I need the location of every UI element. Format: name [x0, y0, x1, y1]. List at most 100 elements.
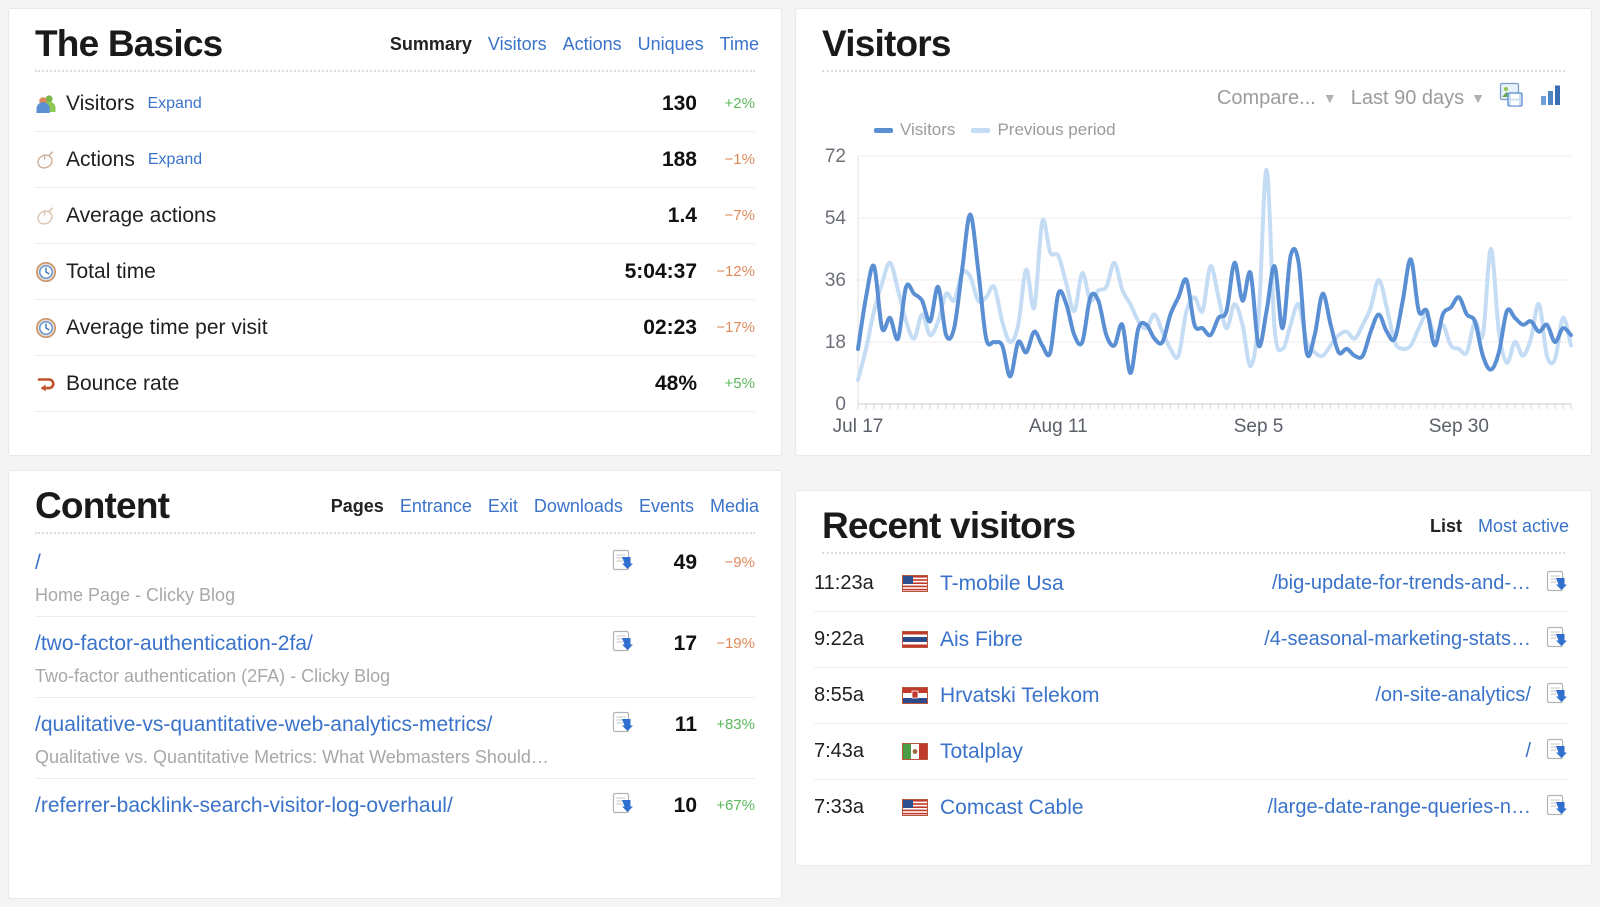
visitors-icon [35, 93, 57, 115]
basics-nav-time[interactable]: Time [720, 34, 759, 55]
clock-icon [35, 261, 57, 283]
x-axis-tick: Sep 5 [1234, 416, 1284, 437]
recent-visitor-org[interactable]: T-mobile Usa [940, 572, 1064, 596]
recent-visitor-path[interactable]: / [1525, 740, 1531, 763]
content-nav-events[interactable]: Events [639, 496, 694, 517]
y-axis-tick: 54 [825, 208, 847, 229]
content-nav: Pages Entrance Exit Downloads Events Med… [331, 496, 759, 524]
content-nav-downloads[interactable]: Downloads [534, 496, 623, 517]
basics-nav: Summary Visitors Actions Uniques Time [390, 34, 759, 62]
content-nav-media[interactable]: Media [710, 496, 759, 517]
recent-nav-list[interactable]: List [1430, 516, 1462, 537]
page-detail-icon[interactable] [611, 710, 639, 739]
recent-visitor-org[interactable]: Comcast Cable [940, 796, 1084, 820]
basics-value-total-time: 5:04:37 [624, 259, 697, 283]
content-page-delta: +67% [716, 797, 755, 814]
content-nav-pages[interactable]: Pages [331, 496, 384, 517]
flag-hr-icon [902, 687, 928, 704]
basics-metric-name: Total time [66, 259, 156, 283]
recent-visitor-time: 7:43a [814, 740, 865, 762]
compare-dropdown[interactable]: Compare... ▼ [1217, 87, 1337, 110]
date-range-label: Last 90 days [1350, 86, 1465, 109]
basics-label-average-time: Average time per visit [35, 316, 547, 340]
recent-visitor-row: 11:23a T-mobile Usa /big-update-for-tren… [814, 556, 1569, 612]
visitors-line-chart: 0 18 36 54 72 Jul 17 Aug 11 Sep 5 Sep 30 [825, 146, 1573, 437]
content-row: /two-factor-authentication-2fa/ 17 −19% … [35, 617, 755, 698]
basics-nav-actions[interactable]: Actions [563, 34, 622, 55]
content-panel: Content Pages Entrance Exit Downloads Ev… [8, 470, 782, 899]
basics-row-total-time: Total time 5:04:37 −12% [35, 244, 755, 300]
recent-visitor-org[interactable]: Totalplay [940, 740, 1023, 764]
visitors-header: Visitors [796, 9, 1591, 62]
page-detail-icon[interactable] [1543, 681, 1569, 710]
clock-icon [35, 317, 57, 339]
recent-visitor-path[interactable]: /on-site-analytics/ [1375, 684, 1531, 707]
content-page-list: / 49 −9% Home Page - Clicky Blog /two-fa… [9, 534, 781, 830]
basics-value-average-actions: 1.4 [667, 203, 697, 227]
recent-visitors-title: Recent visitors [822, 505, 1076, 546]
recent-visitor-row: 7:43a Totalplay / [814, 724, 1569, 780]
recent-visitor-org[interactable]: Ais Fibre [940, 628, 1023, 652]
content-page-title: Home Page - Clicky Blog [35, 585, 236, 605]
content-page-url[interactable]: /referrer-backlink-search-visitor-log-ov… [35, 794, 611, 818]
basics-label-visitors: Visitors Expand [35, 92, 547, 116]
legend-entry-previous: Previous period [971, 120, 1116, 140]
basics-metric-list: Visitors Expand 130 +2% Actions Expand 1… [9, 72, 781, 412]
basics-value-visitors: 130 [661, 91, 697, 115]
content-nav-entrance[interactable]: Entrance [400, 496, 472, 517]
chevron-down-icon: ▼ [1471, 90, 1485, 106]
y-axis-tick: 0 [835, 394, 846, 415]
content-nav-exit[interactable]: Exit [488, 496, 518, 517]
page-detail-icon[interactable] [1543, 793, 1569, 822]
basics-row-actions: Actions Expand 188 −1% [35, 132, 755, 188]
page-detail-icon[interactable] [1543, 569, 1569, 598]
basics-nav-summary[interactable]: Summary [390, 34, 472, 55]
content-row-main: / 49 −9% [35, 548, 755, 577]
content-page-title: Two-factor authentication (2FA) - Clicky… [35, 666, 391, 686]
page-detail-icon[interactable] [611, 791, 639, 820]
basics-expand-visitors[interactable]: Expand [147, 95, 201, 113]
content-row: /referrer-backlink-search-visitor-log-ov… [35, 779, 755, 830]
legend-swatch-previous [971, 127, 991, 133]
y-axis-tick: 72 [825, 146, 846, 167]
bounce-icon [35, 373, 57, 395]
chart-legend: Visitors Previous period [796, 114, 1591, 140]
recent-visitors-panel: Recent visitors List Most active 11:23a … [795, 490, 1592, 866]
dashboard-page: The Basics Summary Visitors Actions Uniq… [0, 0, 1600, 907]
mouse-icon [35, 205, 57, 227]
x-axis-tick: Jul 17 [833, 416, 884, 437]
page-detail-icon[interactable] [611, 548, 639, 577]
content-row-main: /qualitative-vs-quantitative-web-analyti… [35, 710, 755, 739]
legend-entry-visitors: Visitors [874, 120, 955, 140]
recent-visitor-path[interactable]: /big-update-for-trends-and-… [1272, 572, 1531, 595]
content-page-url[interactable]: /two-factor-authentication-2fa/ [35, 632, 611, 656]
recent-visitor-path[interactable]: /large-date-range-queries-n… [1268, 796, 1531, 819]
basics-nav-visitors[interactable]: Visitors [488, 34, 547, 55]
basics-delta-bounce-rate: +5% [724, 375, 755, 392]
basics-title: The Basics [35, 23, 223, 64]
recent-visitor-path[interactable]: /4-seasonal-marketing-stats… [1264, 628, 1531, 651]
legend-label-visitors: Visitors [900, 120, 956, 139]
page-detail-icon[interactable] [1543, 737, 1569, 766]
visitors-chart: 0 18 36 54 72 Jul 17 Aug 11 Sep 5 Sep 30 [796, 142, 1591, 452]
mouse-icon [35, 149, 57, 171]
chevron-down-icon: ▼ [1322, 90, 1337, 106]
flag-us-icon [902, 799, 928, 816]
bar-chart-icon[interactable] [1539, 82, 1565, 114]
basics-nav-uniques[interactable]: Uniques [638, 34, 704, 55]
basics-value-actions: 188 [661, 147, 697, 171]
recent-visitor-org[interactable]: Hrvatski Telekom [940, 684, 1100, 708]
page-detail-icon[interactable] [611, 629, 639, 658]
basics-expand-actions[interactable]: Expand [148, 151, 202, 169]
basics-value-bounce-rate: 48% [654, 371, 697, 395]
recent-nav-most-active[interactable]: Most active [1478, 516, 1569, 537]
recent-visitor-row: 8:55a Hrvatski Telekom /on-site-analytic… [814, 668, 1569, 724]
recent-visitor-time: 8:55a [814, 684, 865, 706]
basics-metric-name: Average time per visit [66, 315, 268, 339]
flag-mx-icon [902, 743, 928, 760]
content-page-url[interactable]: / [35, 551, 611, 575]
export-image-icon[interactable] [1499, 82, 1525, 114]
date-range-dropdown[interactable]: Last 90 days ▼ [1351, 87, 1485, 110]
page-detail-icon[interactable] [1543, 625, 1569, 654]
content-page-url[interactable]: /qualitative-vs-quantitative-web-analyti… [35, 713, 611, 737]
